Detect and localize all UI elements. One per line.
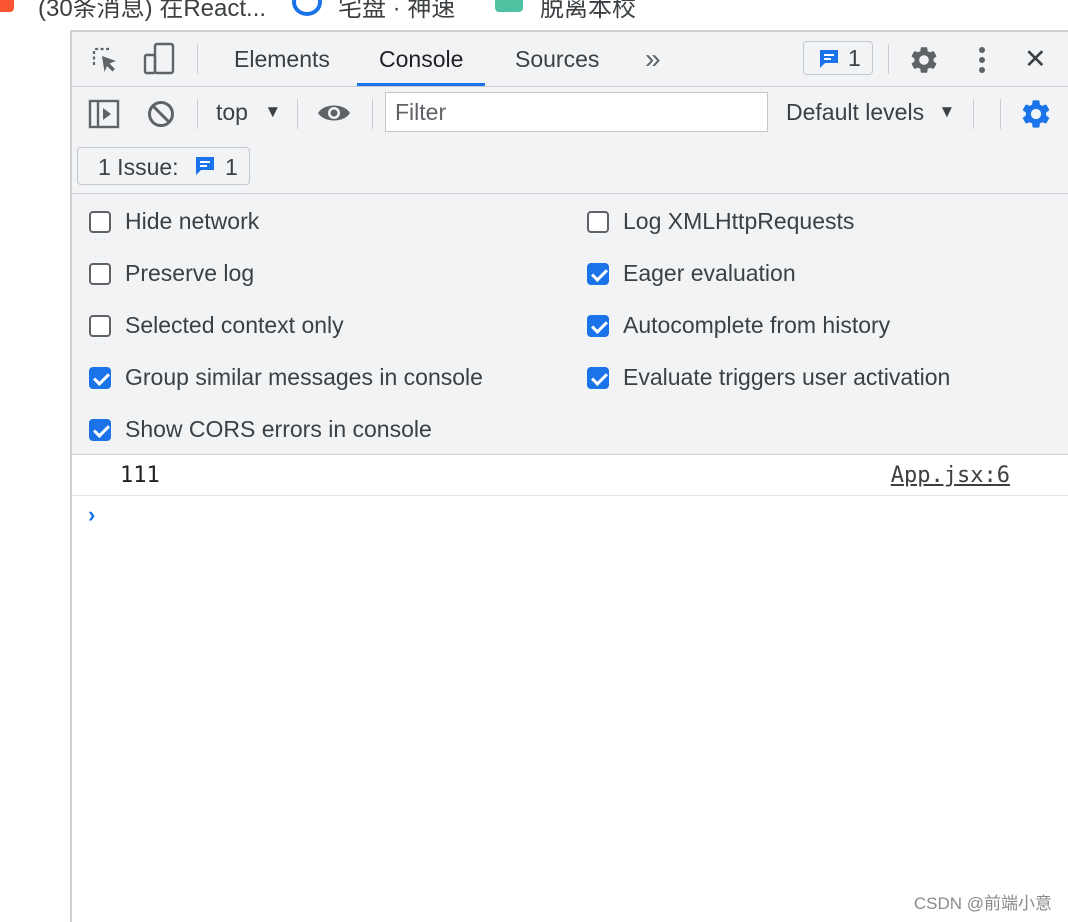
bookmarks-bar: (30条消息) 在React... 宅盘 · 神速 脱离本校 (0, 0, 1068, 30)
issues-counter-button[interactable]: 1 (803, 41, 873, 75)
console-message-text: 111 (120, 463, 160, 488)
console-prompt-icon[interactable]: › (88, 502, 95, 528)
console-settings-panel: Hide network Preserve log Selected conte… (72, 193, 1068, 455)
setting-label: Autocomplete from history (623, 312, 891, 338)
filter-input[interactable] (385, 92, 768, 132)
checkbox[interactable] (89, 211, 111, 233)
bookmark-item[interactable]: 宅盘 · 神速 (338, 0, 455, 23)
log-levels-label: Default levels (786, 99, 925, 125)
context-selector[interactable]: top ▼ (216, 99, 281, 126)
divider (888, 44, 889, 74)
setting-label: Show CORS errors in console (125, 416, 432, 442)
devtools-panel: Elements Console Sources » 1 ✕ top ▼ Fil… (70, 30, 1068, 922)
inspect-element-icon[interactable] (90, 45, 120, 75)
setting-label: Log XMLHttpRequests (623, 208, 855, 234)
checkbox[interactable] (89, 367, 111, 389)
log-levels-dropdown[interactable]: Default levels ▼ (786, 99, 955, 126)
divider (297, 99, 298, 129)
source-link[interactable]: App.jsx:6 (891, 463, 1010, 488)
bookmark-item[interactable]: (30条消息) 在React... (38, 0, 266, 23)
message-icon (196, 157, 214, 175)
close-icon[interactable]: ✕ (1024, 32, 1047, 86)
setting-label: Evaluate triggers user activation (623, 364, 951, 390)
chrome-icon (292, 0, 322, 16)
tab-elements[interactable]: Elements (234, 32, 330, 86)
divider (1000, 99, 1001, 129)
devtools-tabbar: Elements Console Sources » 1 ✕ (72, 32, 1068, 87)
setting-label: Selected context only (125, 312, 344, 338)
context-label: top (216, 99, 248, 125)
checkbox[interactable] (587, 211, 609, 233)
tab-sources[interactable]: Sources (515, 32, 599, 86)
checkbox[interactable] (587, 315, 609, 337)
issues-label: 1 Issue: (98, 154, 179, 180)
checkbox[interactable] (587, 367, 609, 389)
chevron-down-icon: ▼ (938, 102, 956, 121)
more-options-icon[interactable] (970, 44, 994, 76)
watermark: CSDN @前端小意 (913, 894, 1052, 913)
live-expression-eye-icon[interactable] (317, 101, 351, 125)
divider (197, 99, 198, 129)
chevron-down-icon: ▼ (264, 102, 282, 121)
divider (372, 99, 373, 129)
console-toolbar: top ▼ Default levels ▼ (72, 87, 1068, 141)
tab-console[interactable]: Console (356, 32, 486, 86)
csdn-icon (0, 0, 14, 12)
checkbox[interactable] (89, 263, 111, 285)
bookmark-app-icon (495, 0, 523, 12)
issues-button[interactable]: 1 Issue: 1 (77, 147, 250, 185)
issues-count: 1 (848, 45, 861, 71)
setting-label: Preserve log (125, 260, 255, 286)
more-tabs-icon[interactable]: » (645, 32, 661, 86)
setting-label: Hide network (125, 208, 260, 234)
console-message: 111 App.jsx:6 (72, 455, 1068, 496)
checkbox[interactable] (587, 263, 609, 285)
bookmark-item[interactable]: 脱离本校 (540, 0, 636, 23)
page-viewport (0, 30, 70, 922)
setting-label: Group similar messages in console (125, 364, 483, 390)
checkbox[interactable] (89, 419, 111, 441)
sidebar-toggle-icon[interactable] (88, 99, 120, 129)
clear-console-icon[interactable] (147, 100, 175, 128)
setting-label: Eager evaluation (623, 260, 796, 286)
issues-count: 1 (225, 154, 238, 180)
device-toolbar-icon[interactable] (142, 42, 176, 76)
divider (973, 99, 974, 129)
checkbox[interactable] (89, 315, 111, 337)
message-icon (820, 50, 838, 68)
settings-gear-icon[interactable] (908, 44, 940, 76)
console-settings-gear-icon[interactable] (1019, 97, 1053, 131)
divider (197, 44, 198, 74)
issues-bar: 1 Issue: 1 (72, 141, 1068, 193)
